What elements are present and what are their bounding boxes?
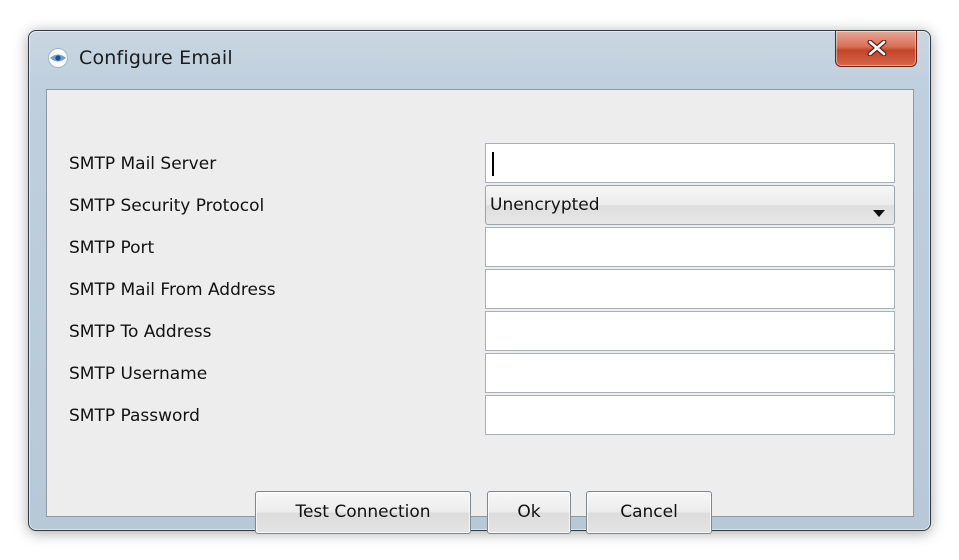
window-title: Configure Email xyxy=(79,47,233,69)
username-label: SMTP Username xyxy=(69,364,208,384)
dropdown-arrow-icon xyxy=(873,202,885,221)
form-row-security-protocol: SMTP Security Protocol Unencrypted xyxy=(47,185,915,227)
cancel-button[interactable]: Cancel xyxy=(586,491,712,534)
password-label: SMTP Password xyxy=(69,406,200,426)
password-input[interactable] xyxy=(485,395,895,435)
form-row-to-address: SMTP To Address xyxy=(47,311,915,353)
username-input[interactable] xyxy=(485,353,895,393)
form-row-mail-server: SMTP Mail Server xyxy=(47,143,915,185)
close-x-icon xyxy=(867,40,887,56)
from-address-input[interactable] xyxy=(485,269,895,309)
security-protocol-value: Unencrypted xyxy=(490,195,600,215)
to-address-input[interactable] xyxy=(485,311,895,351)
eye-logo-icon xyxy=(47,48,69,68)
text-caret xyxy=(492,152,494,176)
form-row-from-address: SMTP Mail From Address xyxy=(47,269,915,311)
form-row-port: SMTP Port xyxy=(47,227,915,269)
ok-button[interactable]: Ok xyxy=(487,491,571,534)
close-button[interactable] xyxy=(835,31,917,67)
title-bar[interactable]: Configure Email xyxy=(29,31,930,87)
mail-server-input[interactable] xyxy=(485,143,895,183)
form-row-password: SMTP Password xyxy=(47,395,915,437)
mail-server-label: SMTP Mail Server xyxy=(69,154,217,174)
security-protocol-select[interactable]: Unencrypted xyxy=(485,185,895,225)
to-address-label: SMTP To Address xyxy=(69,322,212,342)
test-connection-button[interactable]: Test Connection xyxy=(255,491,471,534)
dialog-content: SMTP Mail Server SMTP Security Protocol … xyxy=(46,89,915,534)
from-address-label: SMTP Mail From Address xyxy=(69,280,276,300)
configure-email-dialog: Configure Email SMTP Mail Server SMTP Se… xyxy=(28,30,931,534)
form-row-username: SMTP Username xyxy=(47,353,915,395)
security-protocol-label: SMTP Security Protocol xyxy=(69,196,265,216)
port-input[interactable] xyxy=(485,227,895,267)
port-label: SMTP Port xyxy=(69,238,155,258)
